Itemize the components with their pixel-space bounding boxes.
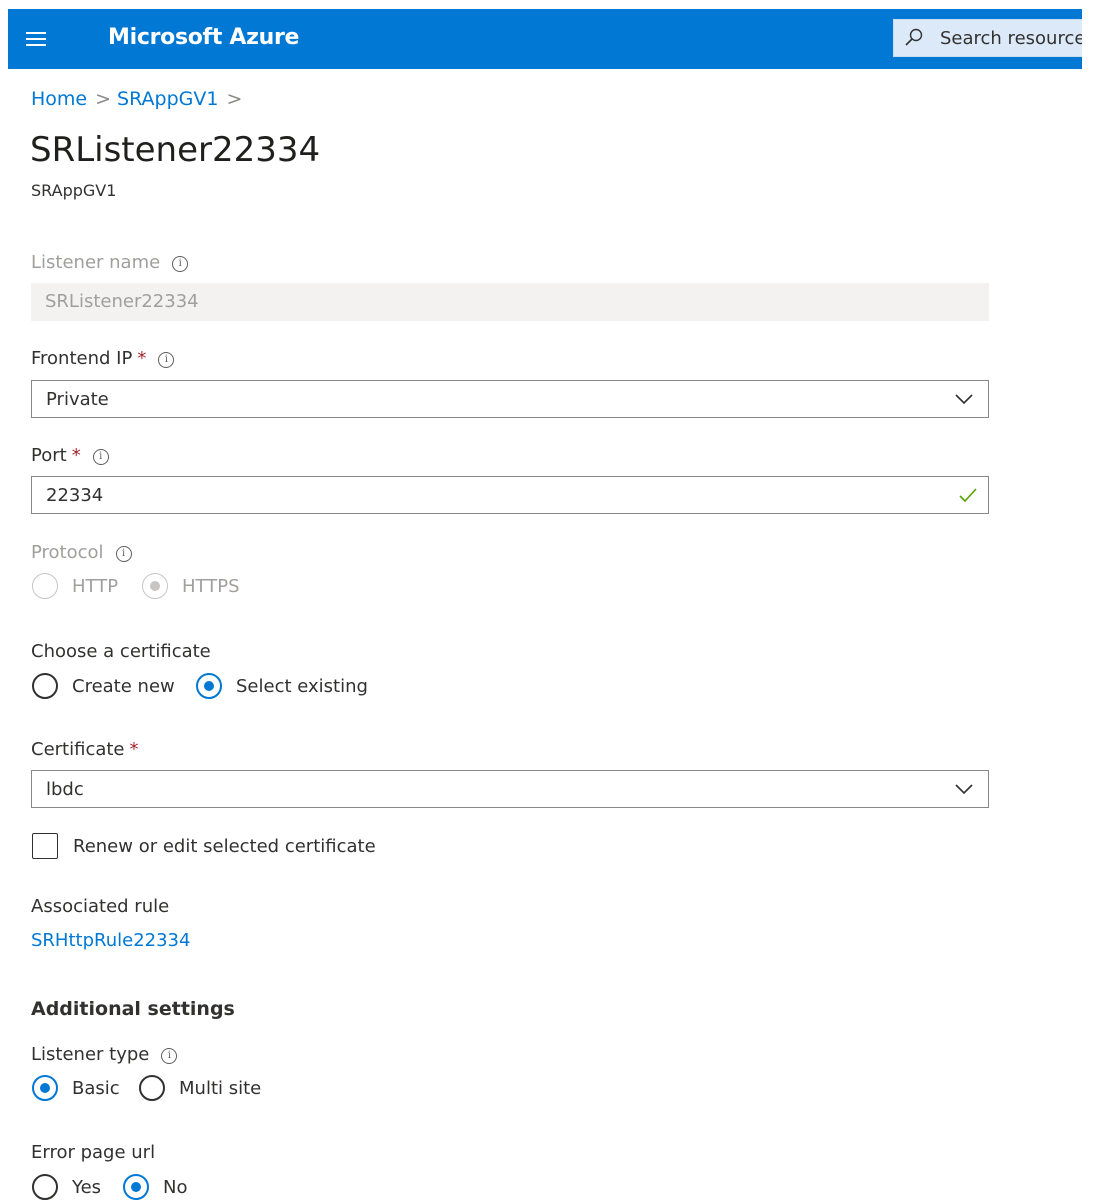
port-value: 22334 xyxy=(46,485,104,506)
info-icon[interactable]: i xyxy=(158,352,175,368)
required-marker: * xyxy=(129,739,139,760)
breadcrumb: Home > SRAppGV1 > xyxy=(31,88,248,110)
breadcrumb-separator: > xyxy=(95,88,112,110)
info-icon[interactable]: i xyxy=(161,1048,178,1064)
renew-certificate-label: Renew or edit selected certificate xyxy=(73,835,376,857)
protocol-http-radio: HTTP xyxy=(32,573,118,599)
radio-circle xyxy=(32,1174,58,1200)
search-box[interactable]: Search resources xyxy=(893,19,1082,57)
error-page-yes-label: Yes xyxy=(72,1176,102,1198)
protocol-https-radio: HTTPS xyxy=(142,573,240,599)
radio-circle xyxy=(32,1075,58,1101)
frontend-ip-label: Frontend IP * i xyxy=(31,348,175,369)
listener-name-field: SRListener22334 xyxy=(31,283,989,321)
certificate-dropdown[interactable]: lbdc xyxy=(31,770,989,808)
hamburger-menu-icon[interactable] xyxy=(26,32,48,46)
search-placeholder: Search resources xyxy=(940,28,1082,49)
listener-name-label-text: Listener name xyxy=(31,252,161,273)
chevron-down-icon xyxy=(954,390,974,412)
protocol-http-label: HTTP xyxy=(72,575,119,597)
error-page-no-label: No xyxy=(163,1176,188,1198)
top-bar: Microsoft Azure Search resources xyxy=(8,9,1082,69)
checkbox-box xyxy=(32,833,58,859)
associated-rule-link[interactable]: SRHttpRule22334 xyxy=(31,930,190,951)
radio-circle xyxy=(123,1174,149,1200)
renew-certificate-checkbox[interactable]: Renew or edit selected certificate xyxy=(32,833,376,859)
chevron-down-icon xyxy=(954,780,974,802)
listener-type-multisite-radio[interactable]: Multi site xyxy=(139,1075,261,1101)
listener-type-multisite-label: Multi site xyxy=(179,1077,262,1099)
create-new-radio[interactable]: Create new xyxy=(32,673,175,699)
port-input[interactable]: 22334 xyxy=(31,476,989,514)
info-icon[interactable]: i xyxy=(92,449,109,465)
select-existing-radio[interactable]: Select existing xyxy=(196,673,368,699)
additional-settings-heading: Additional settings xyxy=(31,998,235,1020)
search-icon xyxy=(904,28,924,52)
certificate-value: lbdc xyxy=(46,779,84,800)
listener-type-label: Listener type i xyxy=(31,1044,178,1065)
breadcrumb-separator: > xyxy=(226,88,243,110)
select-existing-label: Select existing xyxy=(236,675,368,697)
listener-type-basic-radio[interactable]: Basic xyxy=(32,1075,120,1101)
protocol-label: Protocol i xyxy=(31,542,132,563)
listener-type-label-text: Listener type xyxy=(31,1044,150,1065)
radio-circle xyxy=(32,573,58,599)
error-page-url-label: Error page url xyxy=(31,1142,156,1163)
create-new-label: Create new xyxy=(72,675,175,697)
protocol-label-text: Protocol xyxy=(31,542,104,563)
certificate-label: Certificate * xyxy=(31,739,139,760)
listener-name-label: Listener name i xyxy=(31,252,189,273)
port-label: Port * i xyxy=(31,445,109,466)
associated-rule-label: Associated rule xyxy=(31,896,170,917)
radio-circle xyxy=(32,673,58,699)
protocol-https-label: HTTPS xyxy=(182,575,240,597)
app-title[interactable]: Microsoft Azure xyxy=(108,25,299,50)
info-icon[interactable]: i xyxy=(115,546,132,562)
error-page-yes-radio[interactable]: Yes xyxy=(32,1174,101,1200)
frontend-ip-dropdown[interactable]: Private xyxy=(31,380,989,418)
breadcrumb-home[interactable]: Home xyxy=(31,88,87,110)
info-icon[interactable]: i xyxy=(172,256,189,272)
page-title: SRListener22334 xyxy=(30,130,321,170)
page-subtitle: SRAppGV1 xyxy=(31,181,117,200)
listener-type-basic-label: Basic xyxy=(72,1077,120,1099)
listener-name-value: SRListener22334 xyxy=(45,291,199,312)
radio-circle xyxy=(196,673,222,699)
certificate-label-text: Certificate xyxy=(31,739,125,760)
radio-circle xyxy=(139,1075,165,1101)
frontend-ip-value: Private xyxy=(46,389,109,410)
certificate-choice-label: Choose a certificate xyxy=(31,641,211,662)
required-marker: * xyxy=(71,445,81,466)
port-label-text: Port xyxy=(31,445,67,466)
required-marker: * xyxy=(137,348,147,369)
breadcrumb-srappgv1[interactable]: SRAppGV1 xyxy=(117,88,218,110)
error-page-no-radio[interactable]: No xyxy=(123,1174,187,1200)
frontend-ip-label-text: Frontend IP xyxy=(31,348,133,369)
radio-circle xyxy=(142,573,168,599)
checkmark-icon xyxy=(958,486,978,508)
